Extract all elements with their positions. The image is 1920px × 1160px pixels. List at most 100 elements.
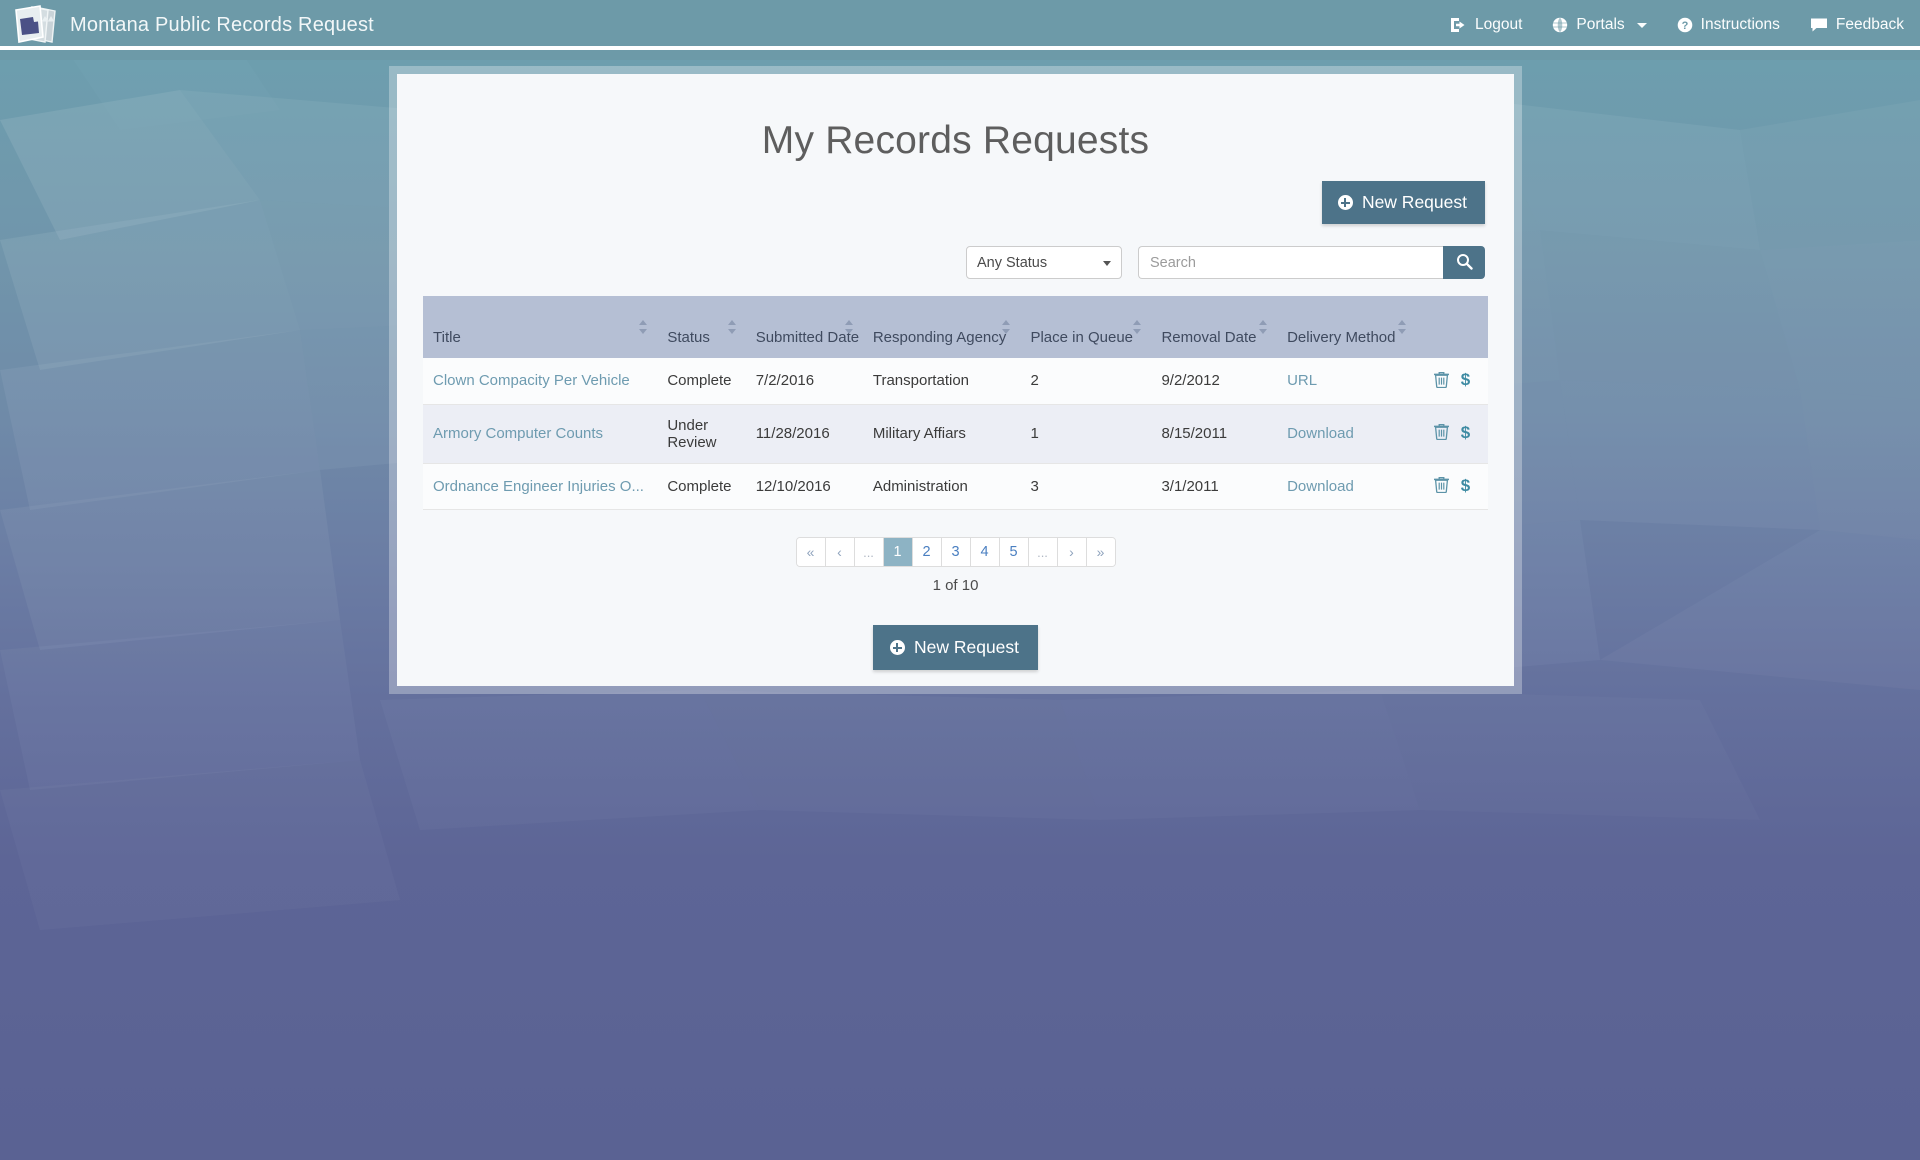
navbar-links: Logout Portals ? Instructions Feedback bbox=[1450, 0, 1904, 50]
sort-icon bbox=[727, 320, 736, 334]
col-header-responding-agency[interactable]: Responding Agency bbox=[862, 296, 1021, 358]
cell-responding-agency: Military Affiars bbox=[862, 404, 1021, 464]
pagination-page-2-link[interactable]: 2 bbox=[912, 538, 941, 566]
status-filter-select[interactable]: Any Status bbox=[966, 246, 1122, 279]
request-title-link[interactable]: Armory Computer Counts bbox=[433, 425, 603, 442]
table-header-row: Title Status Submitted Date Responding A… bbox=[423, 296, 1488, 358]
pagination-last-link[interactable]: » bbox=[1086, 538, 1115, 566]
search-icon bbox=[1456, 253, 1473, 273]
table-row: Clown Compacity Per Vehicle Complete 7/2… bbox=[423, 358, 1488, 405]
col-header-status[interactable]: Status bbox=[657, 296, 746, 358]
cell-place-in-queue: 1 bbox=[1020, 404, 1152, 464]
cell-removal-date: 8/15/2011 bbox=[1151, 404, 1278, 464]
pagination-ellipsis-left: ... bbox=[854, 538, 884, 566]
pagination-page-3-link[interactable]: 3 bbox=[941, 538, 970, 566]
pagination-page-1: 1 bbox=[883, 538, 913, 566]
cell-responding-agency: Administration bbox=[862, 463, 1021, 510]
new-request-button-bottom[interactable]: New Request bbox=[872, 625, 1039, 670]
comment-icon bbox=[1810, 17, 1828, 33]
cell-actions: $ bbox=[1415, 404, 1488, 464]
dollar-icon[interactable]: $ bbox=[1459, 476, 1472, 494]
trash-icon[interactable] bbox=[1433, 423, 1449, 441]
search-group bbox=[1138, 246, 1485, 279]
plus-circle-icon bbox=[889, 640, 905, 655]
dollar-icon[interactable]: $ bbox=[1459, 423, 1472, 441]
new-request-bottom-container: New Request bbox=[423, 625, 1488, 670]
pagination-container: « ‹ ... 1 2 3 4 5 ... › » 1 of 10 bbox=[423, 537, 1488, 594]
pagination-prev: ‹ bbox=[825, 538, 855, 566]
nav-instructions[interactable]: ? Instructions bbox=[1677, 16, 1780, 34]
new-request-top-label: New Request bbox=[1361, 192, 1467, 212]
pagination-page-1-link[interactable]: 1 bbox=[883, 538, 912, 566]
col-header-delivery-method[interactable]: Delivery Method bbox=[1277, 296, 1416, 358]
sort-icon bbox=[1259, 320, 1268, 334]
new-request-button-top[interactable]: New Request bbox=[1321, 181, 1485, 224]
cell-actions: $ bbox=[1415, 358, 1488, 405]
nav-feedback-label: Feedback bbox=[1835, 16, 1904, 33]
col-header-title-label: Title bbox=[433, 329, 461, 346]
page-title: My Records Requests bbox=[761, 119, 1150, 162]
pagination-page-4-link[interactable]: 4 bbox=[970, 538, 999, 566]
col-header-title[interactable]: Title bbox=[423, 296, 658, 358]
pagination-first-link[interactable]: « bbox=[796, 538, 825, 566]
pagination-next: › bbox=[1057, 538, 1087, 566]
delivery-method-link[interactable]: URL bbox=[1287, 372, 1317, 389]
logout-icon bbox=[1450, 17, 1467, 33]
cell-actions: $ bbox=[1415, 463, 1488, 510]
table-row: Armory Computer Counts Under Review 11/2… bbox=[423, 404, 1488, 464]
svg-text:$: $ bbox=[1460, 370, 1470, 388]
pagination-page-4: 4 bbox=[970, 538, 1000, 566]
trash-icon[interactable] bbox=[1433, 476, 1449, 493]
table-body: Clown Compacity Per Vehicle Complete 7/2… bbox=[423, 358, 1488, 510]
pagination-prev-link[interactable]: ‹ bbox=[825, 538, 854, 566]
cell-title: Armory Computer Counts bbox=[423, 404, 658, 464]
col-header-responding-agency-label: Responding Agency bbox=[872, 329, 1007, 346]
cell-delivery-method: Download bbox=[1277, 463, 1416, 510]
logo-svg bbox=[15, 5, 56, 43]
col-header-place-in-queue[interactable]: Place in Queue bbox=[1020, 296, 1152, 358]
cell-delivery-method: Download bbox=[1277, 404, 1416, 464]
col-header-place-in-queue-label: Place in Queue bbox=[1030, 329, 1134, 346]
cell-removal-date: 9/2/2012 bbox=[1151, 358, 1278, 405]
col-header-actions bbox=[1415, 296, 1488, 358]
nav-instructions-label: Instructions bbox=[1700, 16, 1780, 33]
documents-stack-montana-icon bbox=[10, 4, 58, 46]
svg-text:?: ? bbox=[1681, 20, 1688, 32]
pagination-ellipsis-right: ... bbox=[1028, 538, 1058, 566]
nav-logout[interactable]: Logout bbox=[1450, 16, 1522, 34]
request-title-link[interactable]: Ordnance Engineer Injuries O... bbox=[433, 478, 644, 495]
brand-home-link[interactable]: Montana Public Records Request bbox=[10, 0, 374, 50]
request-title-link[interactable]: Clown Compacity Per Vehicle bbox=[433, 372, 630, 389]
pagination-next-link[interactable]: › bbox=[1057, 538, 1086, 566]
cell-submitted-date: 12/10/2016 bbox=[745, 463, 863, 510]
svg-text:$: $ bbox=[1460, 423, 1470, 441]
nav-feedback[interactable]: Feedback bbox=[1810, 16, 1904, 34]
table-row: Ordnance Engineer Injuries O... Complete… bbox=[423, 463, 1488, 510]
cell-title: Ordnance Engineer Injuries O... bbox=[423, 463, 658, 510]
sort-icon bbox=[1002, 320, 1011, 334]
panel-content: New Request Any Status Search Title Stat… bbox=[397, 181, 1514, 670]
delivery-method-link[interactable]: Download bbox=[1287, 425, 1354, 442]
search-input[interactable] bbox=[1138, 246, 1443, 279]
col-header-submitted-date[interactable]: Submitted Date bbox=[745, 296, 863, 358]
plus-circle-icon bbox=[1337, 195, 1353, 210]
main-panel: My Records Requests New Request Any Stat… bbox=[397, 74, 1514, 686]
delivery-method-link[interactable]: Download bbox=[1287, 478, 1354, 495]
cell-submitted-date: 7/2/2016 bbox=[745, 358, 863, 405]
svg-text:$: $ bbox=[1460, 476, 1470, 494]
cell-status: Complete bbox=[657, 358, 746, 405]
sort-icon bbox=[1133, 320, 1142, 334]
pagination-last: » bbox=[1086, 538, 1115, 566]
sort-icon bbox=[1397, 320, 1406, 334]
filter-bar: Any Status bbox=[423, 246, 1488, 279]
nav-portals[interactable]: Portals bbox=[1552, 16, 1647, 34]
pagination-page-5-link[interactable]: 5 bbox=[999, 538, 1028, 566]
cell-submitted-date: 11/28/2016 bbox=[745, 404, 863, 464]
pagination: « ‹ ... 1 2 3 4 5 ... › » bbox=[795, 537, 1116, 567]
nav-portals-label: Portals bbox=[1576, 16, 1625, 33]
trash-icon[interactable] bbox=[1433, 371, 1449, 388]
cell-removal-date: 3/1/2011 bbox=[1151, 463, 1278, 510]
col-header-removal-date[interactable]: Removal Date bbox=[1151, 296, 1278, 358]
dollar-icon[interactable]: $ bbox=[1459, 370, 1472, 388]
search-button[interactable] bbox=[1443, 246, 1485, 279]
